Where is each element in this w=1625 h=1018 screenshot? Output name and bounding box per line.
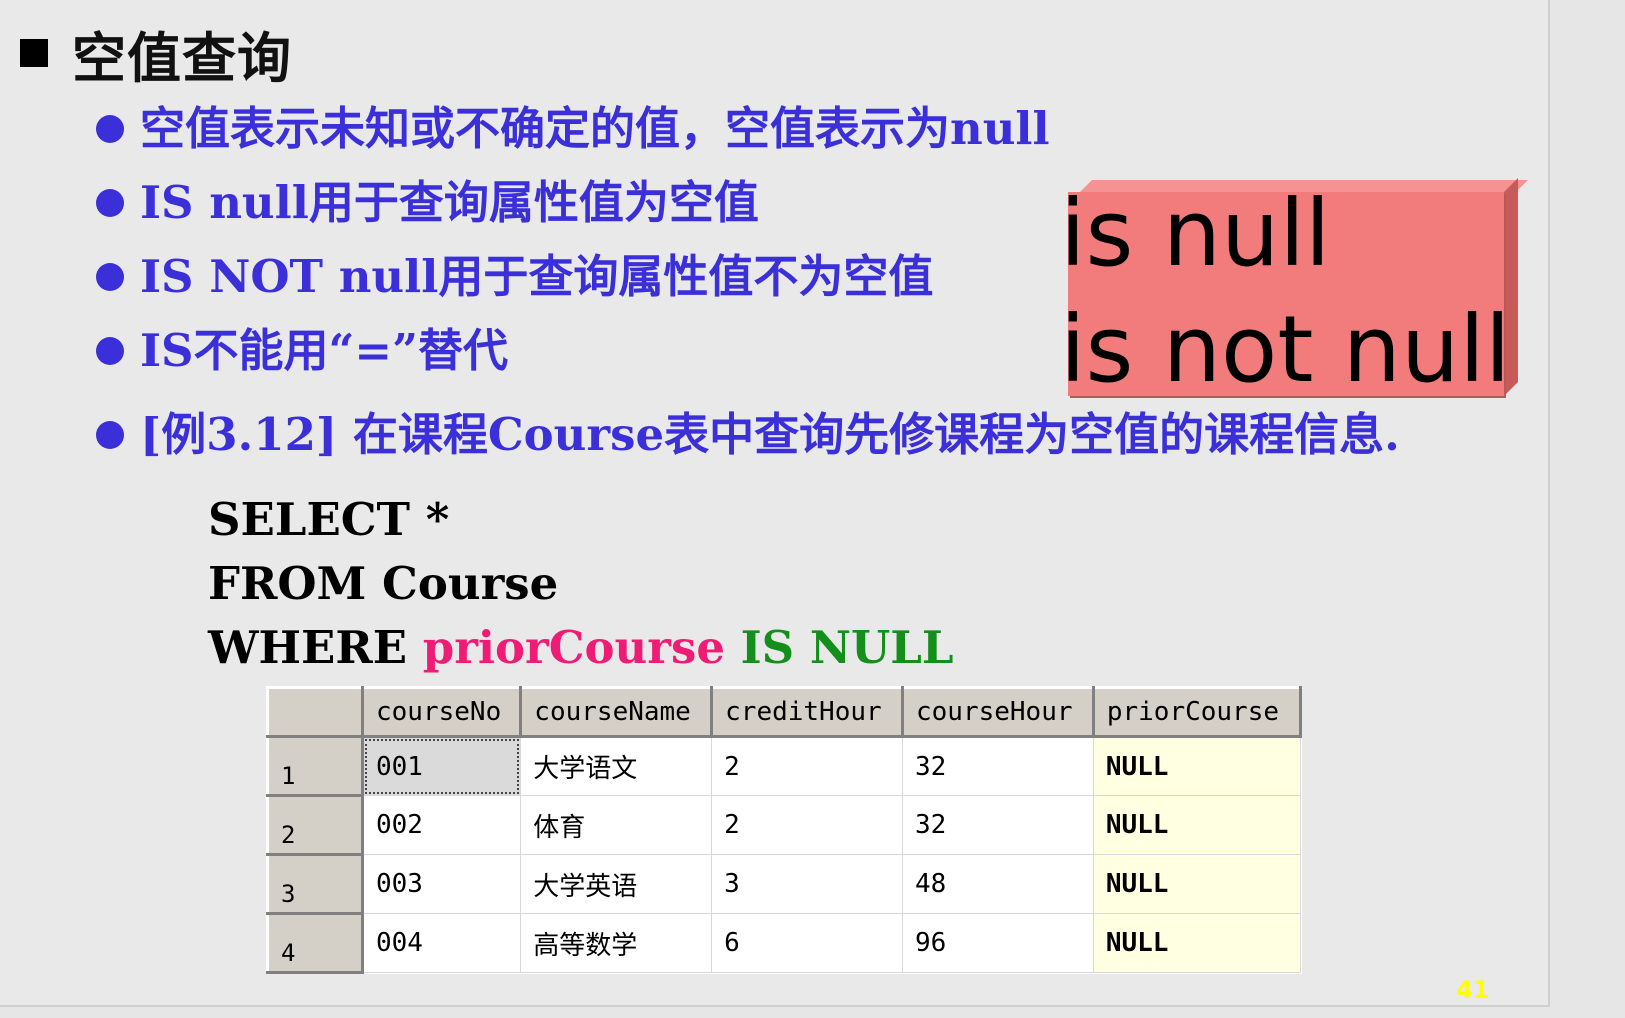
grid-cell-null[interactable]: NULL	[1092, 736, 1302, 796]
grid-cell[interactable]: 2	[711, 795, 903, 855]
bullet-dot-icon	[96, 262, 124, 291]
sql-from-line: FROM Course	[208, 557, 559, 610]
row-number[interactable]: 2	[266, 794, 364, 856]
null-keyword-callout: is null is not null	[1060, 178, 1528, 396]
bullet-item: IS NOT null用于查询属性值不为空值	[96, 254, 933, 299]
bullet-dot-icon	[96, 188, 124, 217]
sql-where-column: priorCourse	[422, 621, 725, 674]
grid-cell[interactable]: 高等数学	[520, 913, 713, 973]
bullet-item: IS不能用“=”替代	[96, 328, 508, 373]
grid-cell[interactable]: 96	[901, 913, 1094, 973]
page-number: 41	[1456, 976, 1490, 1004]
bullet-item: [例3.12] 在课程Course表中查询先修课程为空值的课程信息.	[96, 412, 1400, 457]
grid-corner-cell[interactable]	[266, 686, 364, 738]
bullet-text: IS NOT null用于查询属性值不为空值	[140, 250, 934, 303]
grid-cell[interactable]: 体育	[520, 795, 713, 855]
sql-where-line: WHERE priorCourse IS NULL	[208, 616, 954, 680]
row-number[interactable]: 1	[266, 735, 364, 797]
grid-cell-null[interactable]: NULL	[1092, 795, 1302, 855]
column-header[interactable]: courseHour	[900, 686, 1095, 738]
grid-cell[interactable]: 2	[711, 736, 903, 796]
bullet-text: 空值表示未知或不确定的值，空值表示为null	[140, 102, 1050, 155]
table-row[interactable]: 1 001 大学语文 2 32 NULL	[266, 735, 1302, 797]
slide-title-row: 空值查询	[20, 18, 292, 90]
callout-line-is-null: is null	[1060, 180, 1331, 287]
bullet-item: IS null用于查询属性值为空值	[96, 180, 759, 225]
grid-cell[interactable]: 48	[901, 854, 1094, 914]
grid-cell-null[interactable]: NULL	[1092, 854, 1302, 914]
grid-cell[interactable]: 001	[361, 736, 522, 796]
row-number[interactable]: 3	[266, 853, 364, 915]
callout-line-is-not-null: is not null	[1060, 296, 1511, 403]
bullet-text: IS不能用“=”替代	[140, 324, 509, 377]
sql-where-keyword: WHERE	[208, 621, 408, 674]
sql-select-line: SELECT *	[208, 493, 450, 546]
row-number[interactable]: 4	[266, 912, 364, 974]
grid-cell[interactable]: 003	[361, 854, 522, 914]
bullet-dot-icon	[96, 114, 124, 143]
grid-cell[interactable]: 32	[901, 736, 1094, 796]
grid-cell[interactable]: 大学英语	[520, 854, 713, 914]
grid-header-row: courseNo courseName creditHour courseHou…	[266, 686, 1303, 738]
grid-cell[interactable]: 32	[901, 795, 1094, 855]
table-row[interactable]: 4 004 高等数学 6 96 NULL	[266, 912, 1302, 974]
grid-cell[interactable]: 6	[711, 913, 903, 973]
column-header[interactable]: courseName	[519, 686, 714, 738]
table-row[interactable]: 2 002 体育 2 32 NULL	[266, 794, 1302, 856]
bullet-item: 空值表示未知或不确定的值，空值表示为null	[96, 106, 1050, 151]
table-row[interactable]: 3 003 大学英语 3 48 NULL	[266, 853, 1302, 915]
slide-title: 空值查询	[72, 26, 292, 90]
sql-where-predicate: IS NULL	[740, 621, 954, 674]
grid-cell-null[interactable]: NULL	[1092, 913, 1302, 973]
bullet-dot-icon	[96, 336, 124, 365]
grid-cell[interactable]: 002	[361, 795, 522, 855]
column-header[interactable]: priorCourse	[1091, 686, 1303, 738]
grid-cell[interactable]: 大学语文	[520, 736, 713, 796]
sql-example: SELECT * FROM Course WHERE priorCourse I…	[208, 488, 954, 680]
column-header[interactable]: creditHour	[710, 686, 904, 738]
square-bullet-icon	[20, 39, 48, 67]
column-header[interactable]: courseNo	[360, 686, 523, 738]
grid-cell[interactable]: 3	[711, 854, 903, 914]
grid-cell[interactable]: 004	[361, 913, 522, 973]
bullet-text: IS null用于查询属性值为空值	[140, 176, 759, 229]
query-result-grid: courseNo courseName creditHour courseHou…	[266, 686, 1303, 974]
slide: 空值查询 空值表示未知或不确定的值，空值表示为null IS null用于查询属…	[0, 0, 1550, 1007]
bullet-text: [例3.12] 在课程Course表中查询先修课程为空值的课程信息.	[140, 408, 1400, 461]
bullet-dot-icon	[96, 420, 124, 449]
